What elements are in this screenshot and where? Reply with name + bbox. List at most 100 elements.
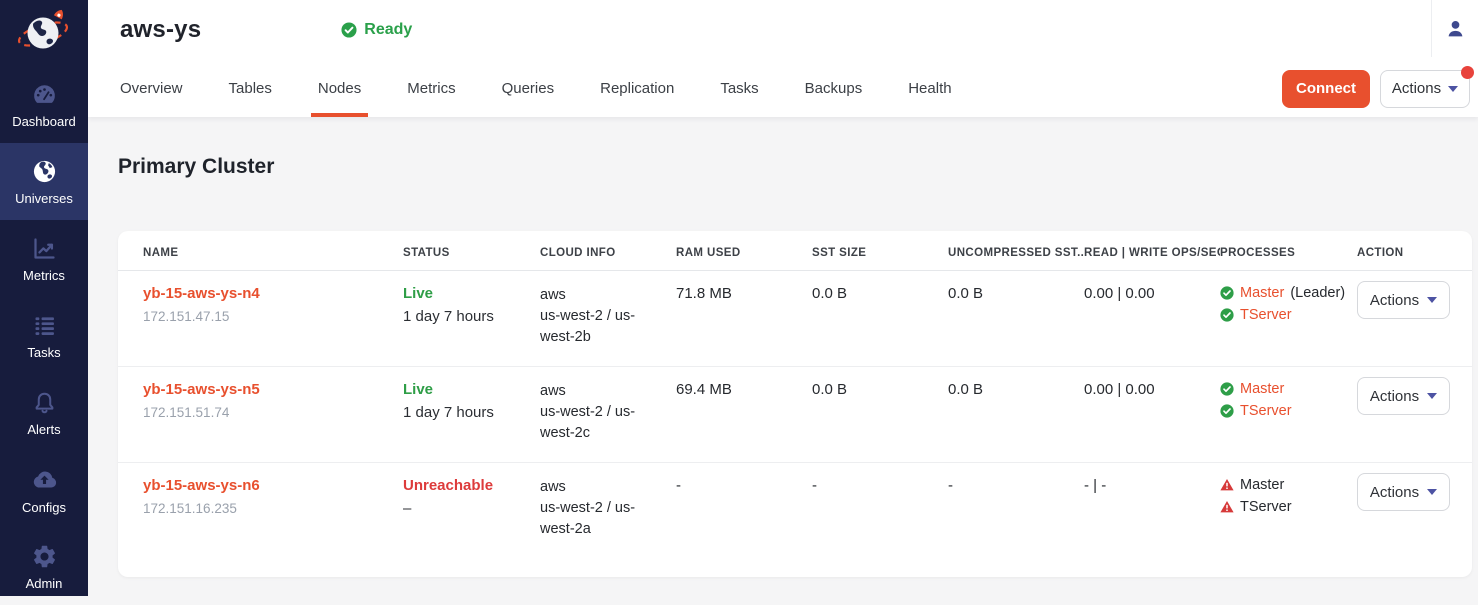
check-circle-icon — [1220, 286, 1234, 300]
header-tabs-row: Overview Tables Nodes Metrics Queries Re… — [88, 60, 1478, 117]
planet-rocket-logo-icon — [16, 7, 72, 59]
dashboard-gauge-icon — [31, 81, 58, 108]
cloud-provider: aws — [540, 285, 668, 306]
tab-tables[interactable]: Tables — [229, 60, 272, 117]
tab-queries[interactable]: Queries — [502, 60, 555, 117]
sst-size-value: - — [812, 463, 948, 559]
universe-status-label: Ready — [364, 21, 412, 39]
chevron-down-icon — [1427, 393, 1437, 399]
process-label: TServer — [1240, 499, 1292, 515]
process-link[interactable]: Master — [1240, 285, 1284, 301]
sst-size-value: 0.0 B — [812, 367, 948, 463]
node-uptime: 1 day 7 hours — [403, 404, 532, 421]
node-name-link[interactable]: yb-15-aws-ys-n6 — [143, 477, 395, 494]
sidebar-item-alerts[interactable]: Alerts — [0, 374, 88, 451]
uncompressed-sst-value: 0.0 B — [948, 367, 1084, 463]
user-menu[interactable] — [1431, 0, 1478, 57]
chevron-down-icon — [1427, 489, 1437, 495]
col-header-ram-used: RAM USED — [676, 231, 812, 271]
sidebar-item-tasks[interactable]: Tasks — [0, 297, 88, 374]
universes-globe-icon — [31, 158, 58, 185]
node-actions-button[interactable]: Actions — [1357, 473, 1450, 511]
universe-actions-button[interactable]: Actions — [1380, 70, 1470, 108]
sidebar-item-label: Dashboard — [12, 114, 76, 129]
configs-cloud-icon — [30, 465, 59, 494]
cloud-region-zone: us-west-2 / us-west-2a — [540, 498, 648, 540]
node-ip: 172.151.16.235 — [143, 501, 395, 516]
node-status: Live — [403, 285, 532, 302]
sidebar-item-admin[interactable]: Admin — [0, 528, 88, 605]
tab-replication[interactable]: Replication — [600, 60, 674, 117]
nodes-table: NAME STATUS CLOUD INFO RAM USED SST SIZE… — [118, 231, 1472, 558]
table-header-row: NAME STATUS CLOUD INFO RAM USED SST SIZE… — [118, 231, 1472, 271]
col-header-read-write-ops: READ | WRITE OPS/SEC — [1084, 231, 1220, 271]
node-actions-button[interactable]: Actions — [1357, 377, 1450, 415]
connect-button[interactable]: Connect — [1282, 70, 1370, 108]
universe-actions-label: Actions — [1392, 80, 1441, 97]
node-name-link[interactable]: yb-15-aws-ys-n5 — [143, 381, 395, 398]
process-leader-suffix: (Leader) — [1290, 285, 1345, 301]
process-link[interactable]: TServer — [1240, 307, 1292, 323]
process-master: Master — [1220, 477, 1349, 493]
notification-dot — [1461, 66, 1474, 79]
check-circle-icon — [1220, 382, 1234, 396]
tab-health[interactable]: Health — [908, 60, 951, 117]
tab-overview[interactable]: Overview — [120, 60, 183, 117]
page-header: aws-ys Ready Overview Tables Nodes Metri… — [88, 0, 1478, 117]
tab-metrics[interactable]: Metrics — [407, 60, 455, 117]
uncompressed-sst-value: - — [948, 463, 1084, 559]
check-circle-icon — [341, 22, 357, 38]
chevron-down-icon — [1448, 86, 1458, 92]
sidebar-item-universes[interactable]: Universes — [0, 143, 88, 220]
header-action-buttons: Connect Actions — [1282, 70, 1470, 108]
col-header-status: STATUS — [403, 231, 540, 271]
node-ip: 172.151.51.74 — [143, 405, 395, 420]
universe-status-badge: Ready — [341, 21, 412, 39]
table-row: yb-15-aws-ys-n4 172.151.47.15 Live 1 day… — [118, 271, 1472, 367]
tab-bar: Overview Tables Nodes Metrics Queries Re… — [120, 60, 952, 117]
tab-backups[interactable]: Backups — [805, 60, 863, 117]
cloud-provider: aws — [540, 381, 668, 402]
tab-nodes[interactable]: Nodes — [318, 60, 361, 117]
node-status: Live — [403, 381, 532, 398]
read-write-ops-value: - | - — [1084, 463, 1220, 559]
universe-title: aws-ys — [120, 16, 201, 44]
sidebar-item-configs[interactable]: Configs — [0, 451, 88, 528]
process-tserver: TServer — [1220, 307, 1349, 323]
sidebar-item-label: Tasks — [27, 345, 60, 360]
col-header-cloud-info: CLOUD INFO — [540, 231, 676, 271]
node-actions-label: Actions — [1370, 484, 1419, 501]
process-label: Master — [1240, 477, 1284, 493]
check-circle-icon — [1220, 404, 1234, 418]
node-ip: 172.151.47.15 — [143, 309, 395, 324]
read-write-ops-value: 0.00 | 0.00 — [1084, 271, 1220, 367]
sidebar-item-metrics[interactable]: Metrics — [0, 220, 88, 297]
check-circle-icon — [1220, 308, 1234, 322]
node-uptime: – — [403, 500, 532, 517]
col-header-action: ACTION — [1357, 231, 1472, 271]
metrics-chart-icon — [31, 235, 58, 262]
table-row: yb-15-aws-ys-n5 172.151.51.74 Live 1 day… — [118, 367, 1472, 463]
cloud-region-zone: us-west-2 / us-west-2c — [540, 402, 648, 444]
process-tserver: TServer — [1220, 403, 1349, 419]
node-name-link[interactable]: yb-15-aws-ys-n4 — [143, 285, 395, 302]
col-header-name: NAME — [118, 231, 403, 271]
process-link[interactable]: TServer — [1240, 403, 1292, 419]
user-icon — [1443, 16, 1468, 41]
cloud-provider: aws — [540, 477, 668, 498]
sidebar-item-label: Admin — [26, 576, 63, 591]
ram-used-value: 69.4 MB — [676, 367, 812, 463]
tasks-list-icon — [31, 312, 58, 339]
cloud-region-zone: us-west-2 / us-west-2b — [540, 306, 648, 348]
node-actions-button[interactable]: Actions — [1357, 281, 1450, 319]
table-row: yb-15-aws-ys-n6 172.151.16.235 Unreachab… — [118, 463, 1472, 559]
alerts-bell-icon — [31, 389, 58, 416]
sidebar-item-dashboard[interactable]: Dashboard — [0, 66, 88, 143]
process-link[interactable]: Master — [1240, 381, 1284, 397]
tab-tasks[interactable]: Tasks — [720, 60, 758, 117]
warning-icon — [1220, 500, 1234, 514]
ram-used-value: - — [676, 463, 812, 559]
app-logo[interactable] — [0, 0, 88, 66]
col-header-sst-size: SST SIZE — [812, 231, 948, 271]
admin-gear-icon — [31, 543, 58, 570]
